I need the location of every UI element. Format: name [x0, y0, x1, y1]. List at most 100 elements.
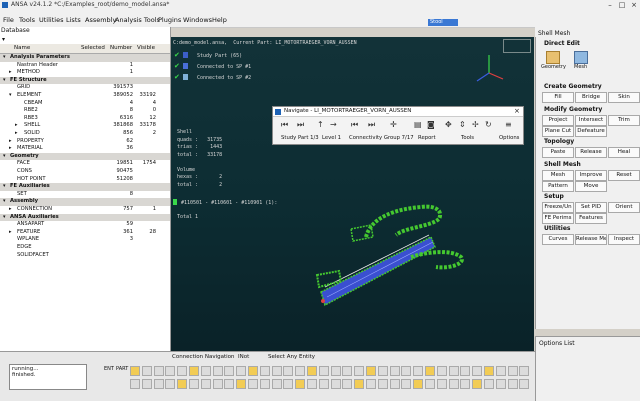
- toolbar-tool-icon[interactable]: [189, 366, 199, 376]
- toolbar-tool-icon[interactable]: [495, 366, 506, 376]
- toolbar-tool-icon[interactable]: [295, 366, 306, 376]
- toolbar-tool-icon[interactable]: [484, 379, 494, 389]
- toolbar-tool-icon[interactable]: [354, 379, 365, 389]
- menu-windows[interactable]: Windows: [183, 16, 212, 24]
- fe-perims-button[interactable]: FE Perims: [542, 213, 574, 224]
- table-row[interactable]: CONS 90475: [0, 168, 170, 176]
- menu-utilities[interactable]: Utilities: [39, 16, 63, 24]
- toolbar-tool-icon[interactable]: [283, 366, 294, 376]
- chevron-down-icon[interactable]: ▾: [3, 198, 6, 206]
- section-heading[interactable]: Shell Mesh: [544, 161, 581, 168]
- toolbar-tool-icon[interactable]: [472, 379, 483, 389]
- toolbar-tool-icon[interactable]: [342, 379, 353, 389]
- chevron-down-icon[interactable]: ▾: [9, 92, 12, 100]
- pattern-button[interactable]: Pattern: [542, 181, 574, 192]
- toolbar-tool-icon[interactable]: [212, 379, 223, 389]
- toolbar-tool-icon[interactable]: [130, 379, 140, 389]
- toolbar-tool-icon[interactable]: [413, 379, 424, 389]
- table-row[interactable]: ▸ PROPERTY 62: [0, 138, 170, 146]
- search-input[interactable]: Stool: [428, 19, 458, 26]
- toolbar-tool-icon[interactable]: [366, 379, 376, 389]
- mesh-model[interactable]: [311, 197, 481, 307]
- table-row[interactable]: SOLIDFACET: [0, 252, 170, 260]
- toolbar-tool-icon[interactable]: [153, 379, 164, 389]
- toolbar-tool-icon[interactable]: [224, 366, 235, 376]
- camera-icon[interactable]: ◙: [427, 120, 435, 129]
- table-row[interactable]: HOT POINT 51208: [0, 176, 170, 184]
- features-button[interactable]: Features: [575, 213, 607, 224]
- chevron-right-icon[interactable]: ▸: [9, 69, 12, 77]
- improve-button[interactable]: Improve: [575, 170, 607, 181]
- orient-button[interactable]: Orient: [608, 202, 640, 213]
- table-row[interactable]: RBE3 6316 12: [0, 115, 170, 123]
- tool-rotate-icon[interactable]: ✢: [472, 120, 479, 129]
- inspect-button[interactable]: Inspect: [608, 234, 640, 245]
- release-me-button[interactable]: Release Me.: [575, 234, 607, 245]
- table-row[interactable]: ▸ MATERIAL 36: [0, 145, 170, 153]
- tree-section[interactable]: ▾ Geometry: [0, 152, 170, 161]
- toolbar-tool-icon[interactable]: [472, 366, 483, 376]
- toolbar-tool-icon[interactable]: [507, 379, 518, 389]
- paste-button[interactable]: Paste: [542, 147, 574, 158]
- chevron-right-icon[interactable]: ▸: [15, 130, 18, 138]
- col-name[interactable]: Name: [14, 45, 30, 51]
- chevron-right-icon[interactable]: ▸: [9, 206, 12, 214]
- toolbar-tool-icon[interactable]: [389, 379, 400, 389]
- section-heading[interactable]: Create Geometry: [544, 83, 602, 90]
- col-number[interactable]: Number: [110, 45, 132, 51]
- filter-icon[interactable]: ▾: [2, 36, 5, 43]
- toolbar-tool-icon[interactable]: [200, 379, 211, 389]
- tool-move-icon[interactable]: ✥: [445, 120, 452, 129]
- col-selected[interactable]: Selected: [81, 45, 105, 51]
- toolbar-tool-icon[interactable]: [130, 366, 140, 376]
- toolbar-tool-icon[interactable]: [318, 366, 329, 376]
- close-icon[interactable]: ×: [514, 107, 520, 115]
- toolbar-tool-icon[interactable]: [425, 366, 435, 376]
- previous-group-icon[interactable]: ⏮: [351, 120, 358, 130]
- table-row[interactable]: GRID 391573: [0, 84, 170, 92]
- chevron-right-icon[interactable]: ▸: [9, 145, 12, 153]
- mesh-button[interactable]: Mesh: [542, 170, 574, 181]
- toolbar-tool-icon[interactable]: [436, 379, 447, 389]
- menu-file[interactable]: File: [3, 16, 14, 24]
- skin-button[interactable]: Skin: [608, 92, 640, 103]
- table-row[interactable]: ▸ FEATURE 361 28: [0, 229, 170, 237]
- table-row[interactable]: CBEAM 4 4: [0, 100, 170, 108]
- tool-refresh-icon[interactable]: ↻: [485, 120, 492, 129]
- toolbar-tool-icon[interactable]: [141, 379, 152, 389]
- toolbar-tool-icon[interactable]: [295, 379, 306, 389]
- toolbar-tool-icon[interactable]: [177, 379, 188, 389]
- level-up-icon[interactable]: ↑: [317, 120, 324, 129]
- table-row[interactable]: EDGE: [0, 244, 170, 252]
- close-button[interactable]: ×: [628, 0, 640, 10]
- toolbar-tool-icon[interactable]: [271, 379, 282, 389]
- table-row[interactable]: SET 8: [0, 191, 170, 199]
- menu-tools[interactable]: Tools: [19, 16, 35, 24]
- toolbar-tool-icon[interactable]: [366, 366, 376, 376]
- connectivity-icon[interactable]: ✛: [390, 120, 397, 129]
- chevron-down-icon[interactable]: ▾: [3, 214, 6, 222]
- toolbar-tool-icon[interactable]: [413, 366, 424, 376]
- graphics-viewport[interactable]: C:demo_model.ansa, Current Part: LI_MOTO…: [171, 37, 534, 351]
- chevron-down-icon[interactable]: ▾: [3, 54, 6, 62]
- table-row[interactable]: ▸ SOLID 856 2: [0, 130, 170, 138]
- toolbar-tool-icon[interactable]: [189, 379, 199, 389]
- table-row[interactable]: ▸ METHOD 1: [0, 69, 170, 77]
- menu-assembly[interactable]: Assembly: [85, 16, 116, 24]
- move-button[interactable]: Move: [575, 181, 607, 192]
- toolbar-tool-icon[interactable]: [248, 379, 258, 389]
- toolbar-tool-icon[interactable]: [377, 379, 388, 389]
- table-row[interactable]: FACE 19851 1754: [0, 160, 170, 168]
- options-icon[interactable]: ≡: [505, 120, 512, 129]
- bridge-button[interactable]: Bridge: [575, 92, 607, 103]
- toolbar-tool-icon[interactable]: [354, 366, 365, 376]
- section-heading[interactable]: Topology: [544, 138, 574, 145]
- menu-plugins[interactable]: Plugins: [158, 16, 181, 24]
- toolbar-tool-icon[interactable]: [436, 366, 447, 376]
- chevron-down-icon[interactable]: ▾: [3, 183, 6, 191]
- toolbar-tool-icon[interactable]: [507, 366, 518, 376]
- toolbar-tool-icon[interactable]: [307, 379, 317, 389]
- plane-cut-button[interactable]: Plane Cut: [542, 126, 574, 137]
- set-pid-button[interactable]: Set PID: [575, 202, 607, 213]
- toolbar-tool-icon[interactable]: [271, 366, 282, 376]
